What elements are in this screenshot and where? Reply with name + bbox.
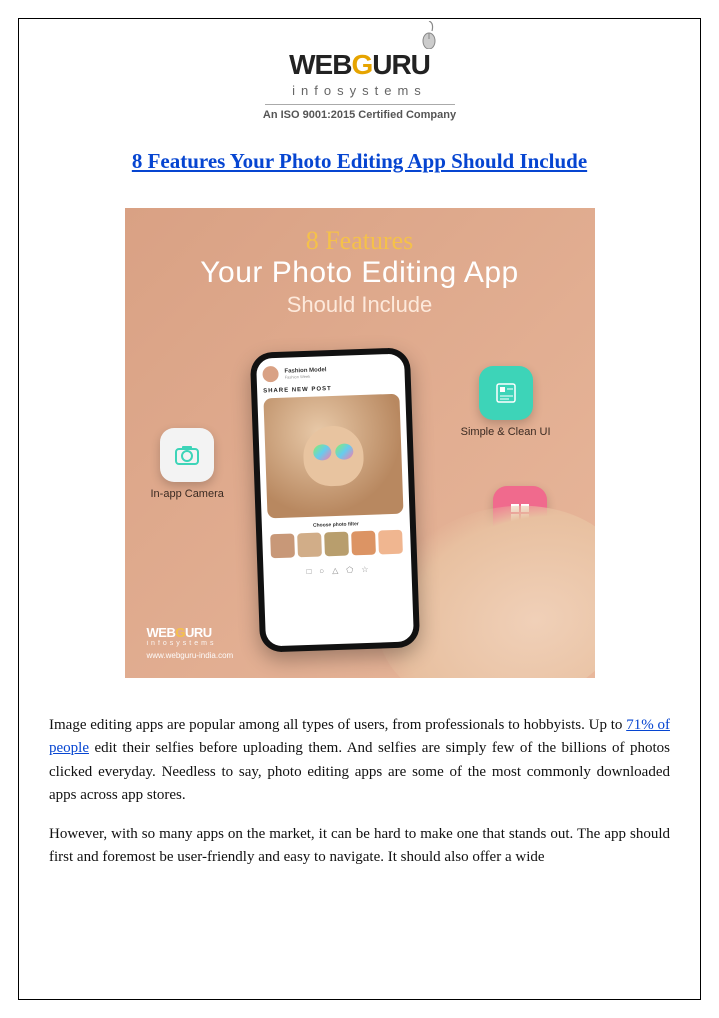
thumb-item [324,532,349,557]
hero-logo-wordmark: WEBGURU [147,625,234,640]
main-photo [263,394,403,519]
feature-label-camera: In-app Camera [151,488,224,500]
feature-tile-ui: Simple & Clean UI [461,366,551,438]
hero-script-text: 8 Features [125,226,595,256]
phone-user-sub: Fashion Week [284,373,326,379]
paragraph-1: Image editing apps are popular among all… [49,714,670,807]
feature-tile-camera: In-app Camera [151,428,224,500]
logo-tagline: infosystems [49,83,670,98]
paragraph-2: However, with so many apps on the market… [49,823,670,870]
feature-label-ui: Simple & Clean UI [461,426,551,438]
phone-header: Fashion Model Fashion Week [262,362,398,383]
page-frame: WEBGURU infosystems An ISO 9001:2015 Cer… [18,18,701,1000]
tool-triangle-icon: △ [332,566,338,575]
tool-square-icon: □ [306,567,311,576]
logo-text-uru: URU [372,49,430,81]
mouse-icon [420,21,438,49]
hero-headline: Your Photo Editing App [125,256,595,290]
tool-pentagon-icon: ⬠ [346,565,353,574]
thumb-item [351,531,376,556]
hero-footer-logo: WEBGURU infosystems www.webguru-india.co… [147,625,234,660]
avatar-icon [262,366,279,383]
logo-certification: An ISO 9001:2015 Certified Company [49,109,670,121]
ui-icon [479,366,533,420]
logo-text-g: G [351,49,372,81]
filter-thumbnails [268,530,405,559]
p1-text-b: edit their selfies before uploading them… [49,740,670,803]
p1-text-a: Image editing apps are popular among all… [49,717,626,733]
logo-text-web: WEB [289,49,351,81]
share-label: SHARE NEW POST [263,384,399,395]
hero-logo-tagline: infosystems [147,640,234,647]
logo-divider [265,104,455,105]
tool-row: □ ○ △ ⬠ ☆ [269,564,405,578]
hero-banner: 8 Features Your Photo Editing App Should… [125,208,595,678]
thumb-item [297,533,322,558]
tool-circle-icon: ○ [319,566,324,575]
tool-star-icon: ☆ [361,565,368,574]
company-logo-block: WEBGURU infosystems An ISO 9001:2015 Cer… [49,49,670,121]
hero-subheadline: Should Include [125,292,595,318]
sunglasses-icon [313,443,354,460]
filter-label: Choose photo filter [267,520,403,531]
article-body: Image editing apps are popular among all… [49,714,670,870]
hero-logo-url: www.webguru-india.com [147,651,234,660]
article-title-link[interactable]: 8 Features Your Photo Editing App Should… [49,149,670,174]
phone-screen: Fashion Model Fashion Week SHARE NEW POS… [256,354,414,647]
thumb-item [270,533,295,558]
logo-wordmark: WEBGURU [289,49,430,81]
phone-mockup: Fashion Model Fashion Week SHARE NEW POS… [249,347,419,652]
camera-icon [160,428,214,482]
thumb-item [378,530,403,555]
